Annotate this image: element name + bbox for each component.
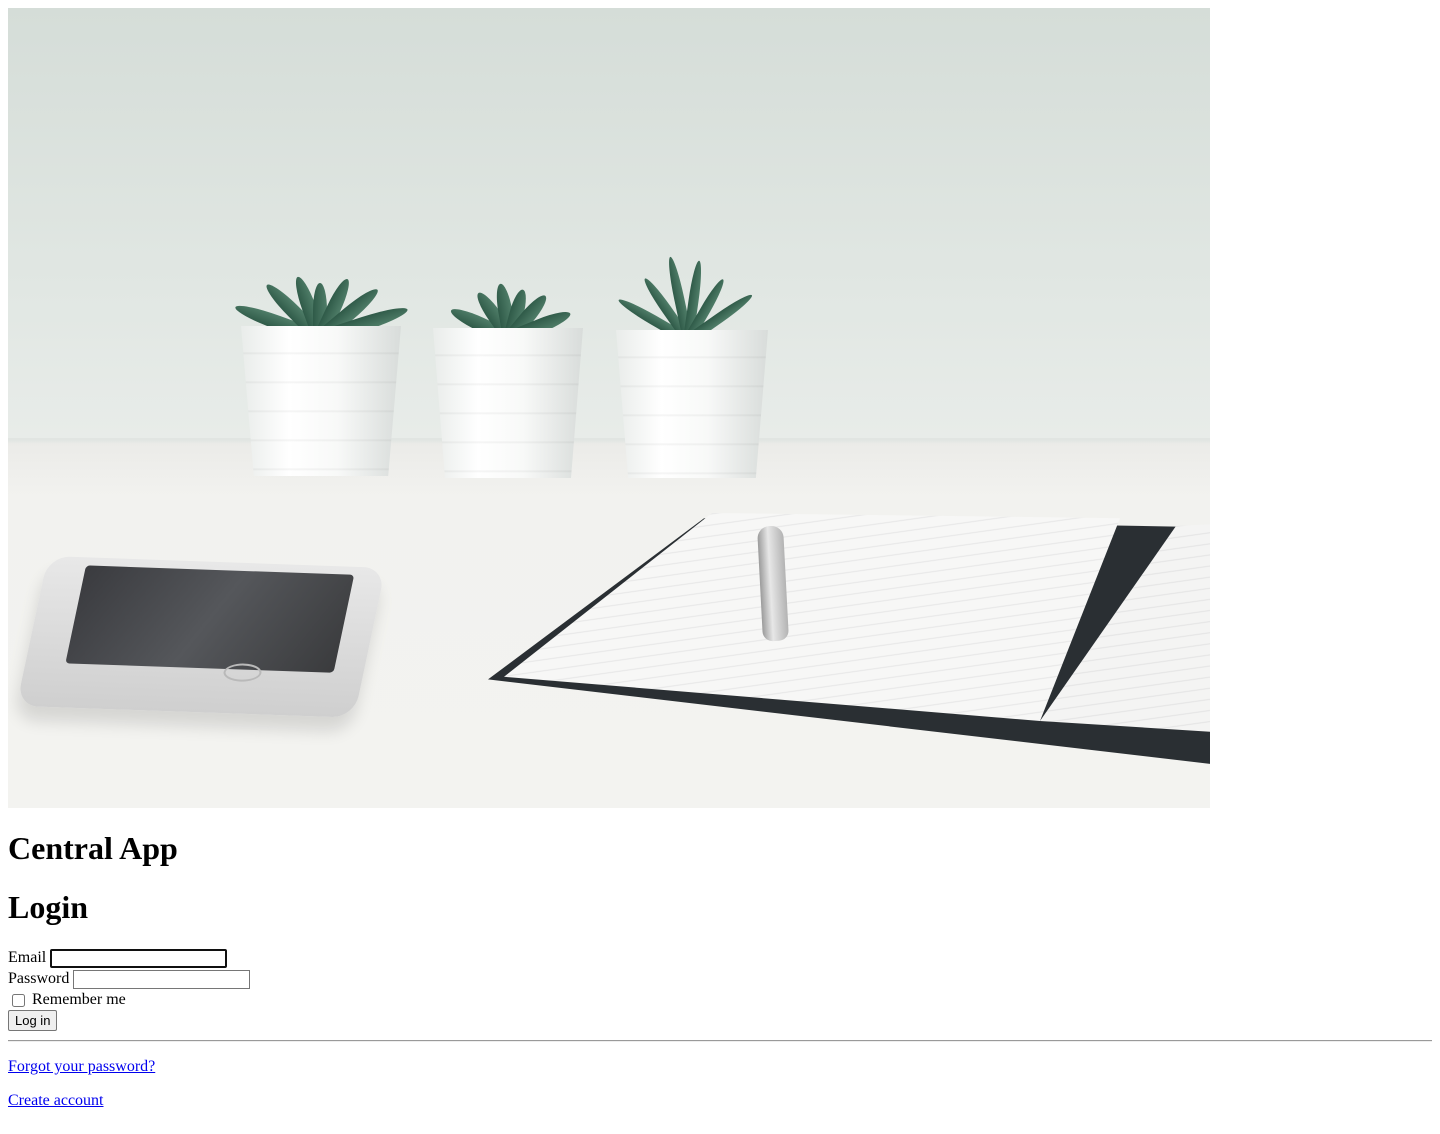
pot-right [616, 330, 768, 478]
password-field[interactable] [73, 969, 251, 989]
submit-row: Log in [8, 1010, 1432, 1032]
forgot-password-row: Forgot your password? [8, 1058, 1432, 1076]
email-field[interactable] [50, 948, 228, 968]
password-row: Password [8, 968, 1432, 989]
table-shadow [8, 438, 1210, 498]
remember-me-checkbox[interactable] [12, 993, 25, 1007]
email-label: Email [8, 949, 47, 966]
remember-row: Remember me [8, 989, 1432, 1010]
create-account-row: Create account [8, 1092, 1432, 1110]
open-notebook [488, 513, 1210, 773]
divider [8, 1040, 1432, 1042]
forgot-password-link[interactable]: Forgot your password? [8, 1058, 155, 1075]
login-button[interactable]: Log in [8, 1010, 58, 1031]
email-row: Email [8, 947, 1432, 968]
create-account-link[interactable]: Create account [8, 1092, 104, 1109]
login-heading: Login [8, 889, 89, 925]
password-label: Password [8, 970, 70, 987]
pot-left [241, 326, 401, 476]
hero-image [8, 8, 1210, 808]
pot-middle [433, 328, 583, 478]
remember-me-label: Remember me [32, 991, 126, 1008]
app-title: Central App [8, 830, 178, 866]
login-form: Email Password Remember me Log in [8, 947, 1432, 1032]
smartphone [16, 556, 386, 718]
